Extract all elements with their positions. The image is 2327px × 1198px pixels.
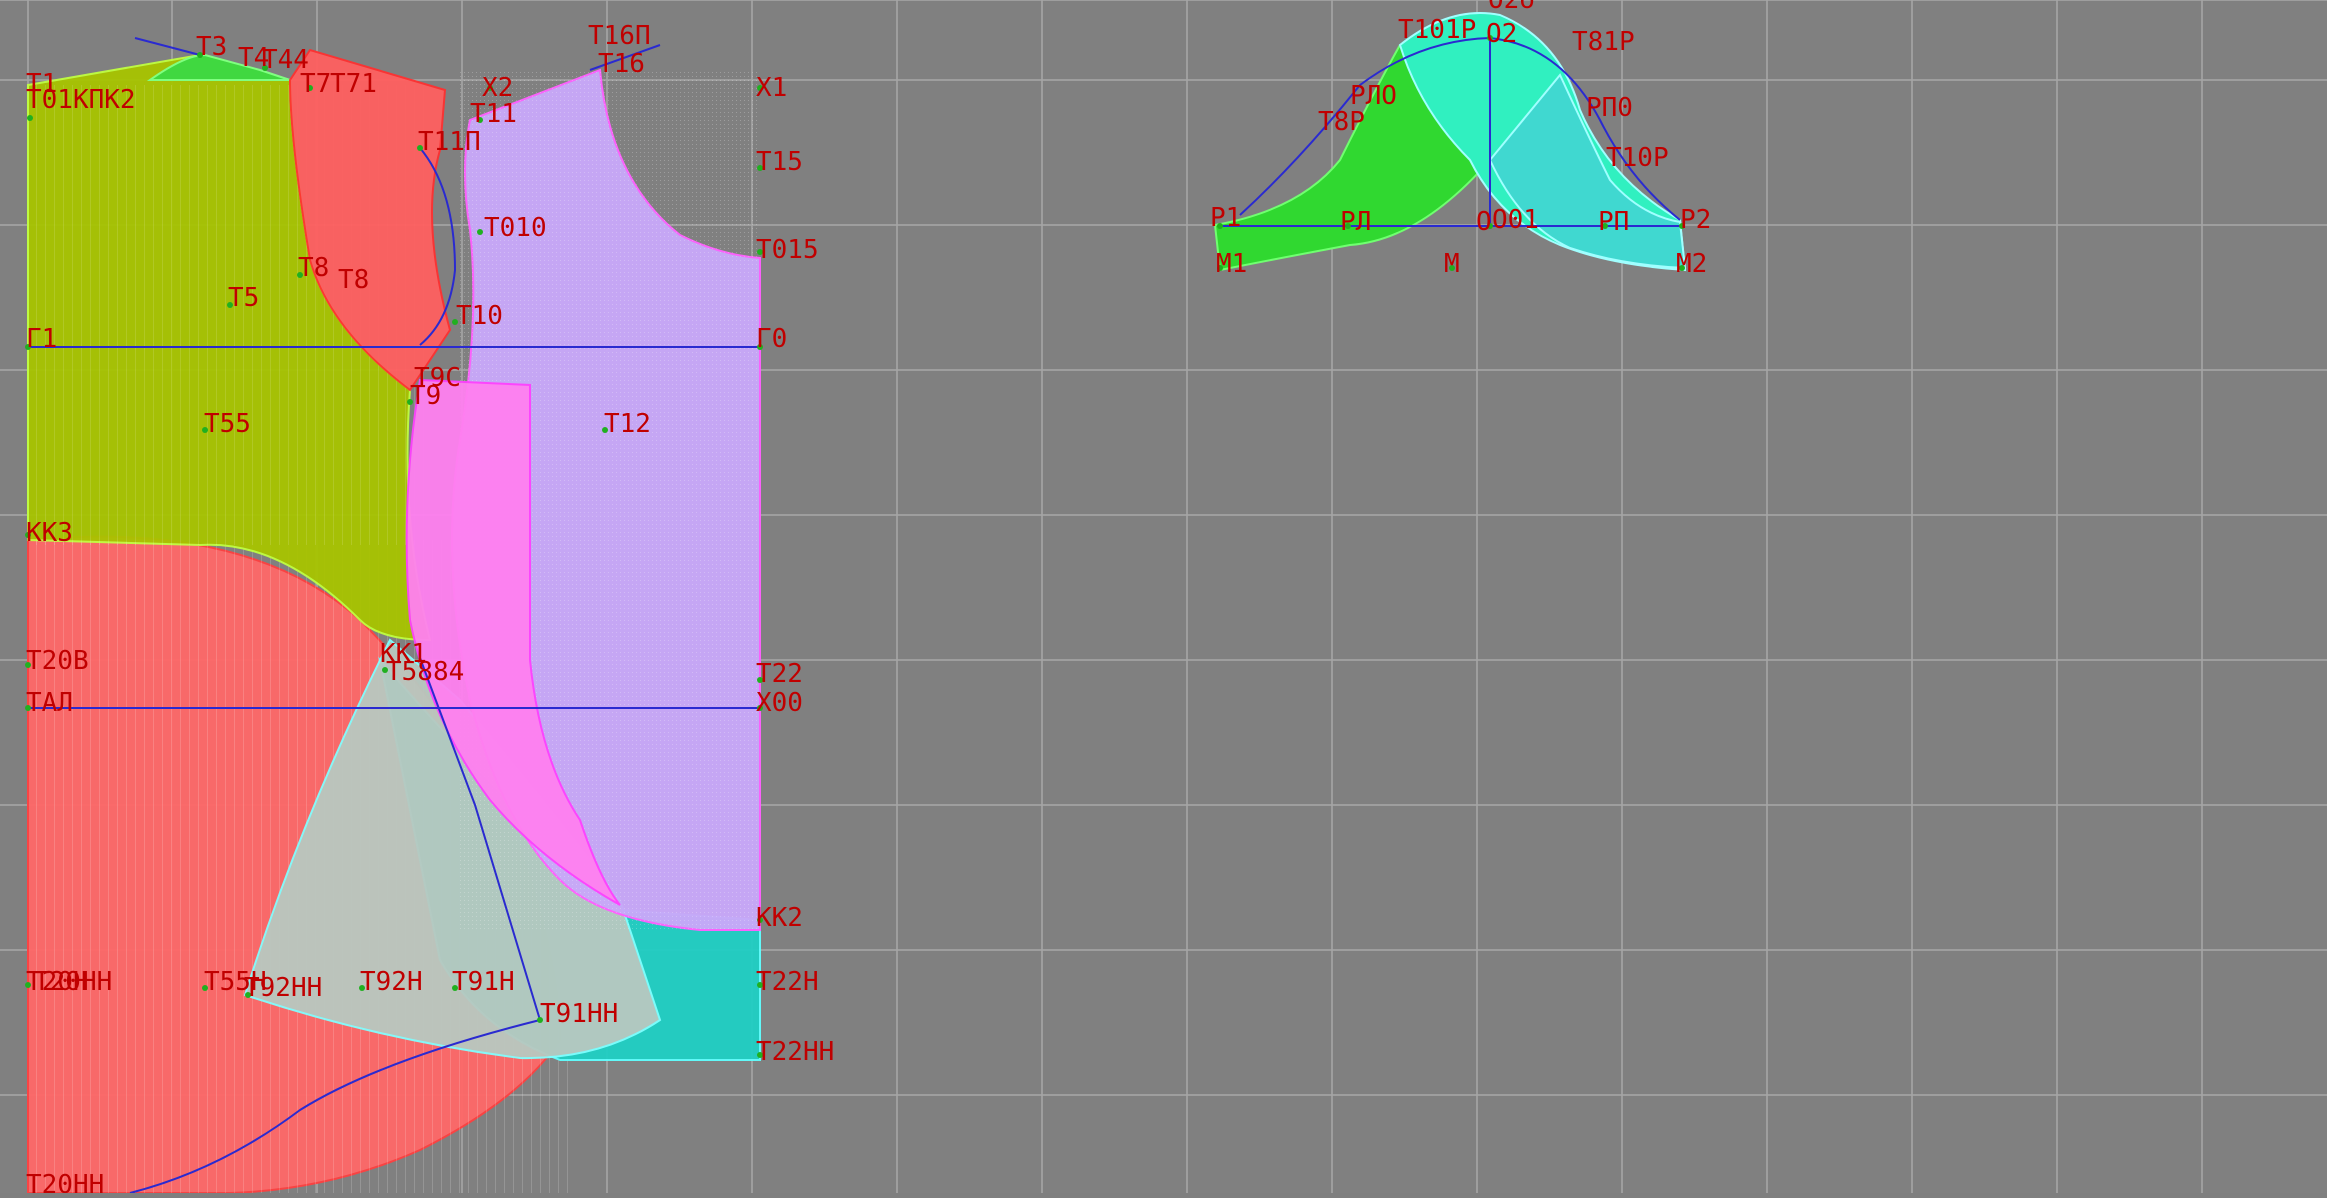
label-t11: Т11 [470,99,517,129]
label-rpo: РП0 [1586,93,1633,123]
label-r2: Р2 [1680,205,1711,235]
label-m2: М2 [1676,249,1707,279]
label-t15: Т15 [756,147,803,177]
label-t20v: Т20В [26,646,89,676]
label-t010: Т010 [484,213,547,243]
label-t92h: Т92Н [360,967,423,997]
label-t8p: Т8Р [1318,107,1365,137]
label-t22: Т22 [756,659,803,689]
label-t71: Т71 [330,69,377,99]
label-x00: Х00 [756,688,803,718]
label-t20hh: Т20НН [26,1170,104,1193]
label-g0: Г0 [756,324,787,354]
label-t101p: Т101Р [1398,15,1476,45]
label-t3: Т3 [196,32,227,62]
label-t81p: Т81Р [1572,27,1635,57]
label-x1: Х1 [756,73,787,103]
label-t7: Т7 [300,69,331,99]
label-t5: Т5 [228,283,259,313]
label-rl: РЛ [1340,207,1371,237]
label-m: М [1444,249,1460,279]
label-rp: РП [1598,207,1629,237]
label-m1: М1 [1216,249,1247,279]
label-o01: О01 [1492,205,1539,235]
label-t01k2: Т01КПК2 [26,85,136,115]
label-r1: Р1 [1210,203,1241,233]
label-kk2: КК2 [756,903,803,933]
label-t22hh: Т22НН [756,1037,834,1067]
label-t8a: Т8 [298,253,329,283]
label-t91hh: Т91НН [540,999,618,1029]
label-t015: Т015 [756,235,819,265]
label-t91h: Т91Н [452,967,515,997]
label-t16: Т16 [598,49,645,79]
label-t12: Т12 [604,409,651,439]
label-t10: Т10 [456,301,503,331]
label-t92hh: Т92НН [244,973,322,1003]
label-t11p: Т11П [418,127,481,157]
pattern-drawing[interactable]: Т1 Т01КПК2 Т3 Т4 Т44 Т7 Т71 Х2 Т16П Т16 … [0,0,2327,1198]
label-tal: ТАЛ [26,688,73,718]
label-t10p: Т10Р [1606,143,1669,173]
label-t22h: Т22Н [756,967,819,997]
label-t5884: Т5884 [386,657,464,687]
label-t16p: Т16П [588,21,651,51]
label-kk3: КК3 [26,518,73,548]
label-t9: Т9 [410,381,441,411]
label-t20hn: Т20НН [34,967,112,997]
label-t8b: Т8 [338,265,369,295]
label-t55: Т55 [204,409,251,439]
label-g1: Г1 [26,324,57,354]
label-o2: О2 [1486,19,1517,49]
cad-canvas[interactable]: Т1 Т01КПК2 Т3 Т4 Т44 Т7 Т71 Х2 Т16П Т16 … [0,0,2327,1198]
label-o: О [1476,207,1492,237]
label-o2top: О2б [1488,0,1535,15]
